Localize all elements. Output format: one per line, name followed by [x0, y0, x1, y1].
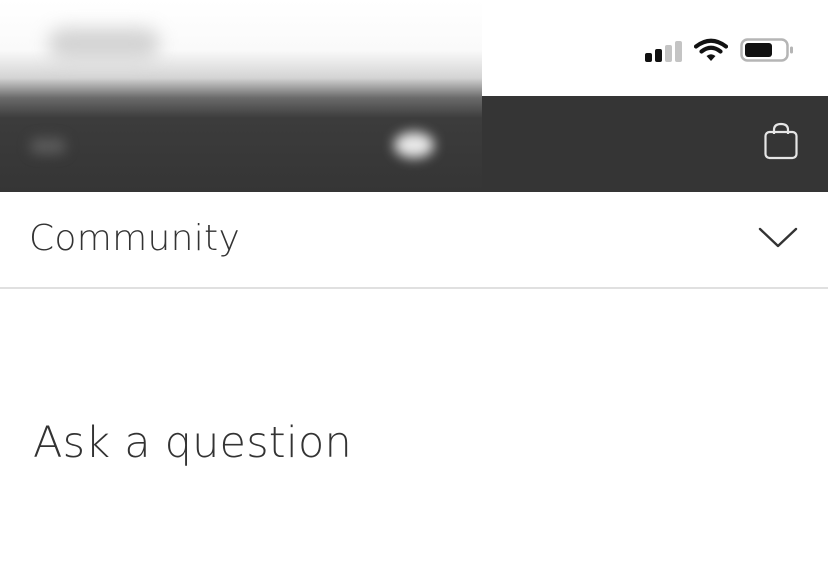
blurred-logo-icon[interactable]	[394, 132, 434, 158]
blurred-time	[48, 28, 160, 60]
bag-icon[interactable]	[764, 122, 798, 160]
blurred-header-region	[0, 0, 482, 192]
screen: Community Ask a question	[0, 0, 828, 575]
nav-bar	[482, 96, 828, 192]
battery-icon	[740, 38, 793, 62]
chevron-down-icon[interactable]	[758, 226, 798, 250]
status-icons	[645, 36, 794, 64]
community-section-toggle[interactable]: Community	[0, 192, 828, 289]
signal-icon	[645, 38, 682, 62]
community-label: Community	[29, 218, 241, 259]
ask-a-question-heading: Ask a question	[33, 418, 352, 468]
blurred-menu-icon[interactable]	[30, 138, 66, 154]
wifi-icon	[694, 38, 728, 61]
